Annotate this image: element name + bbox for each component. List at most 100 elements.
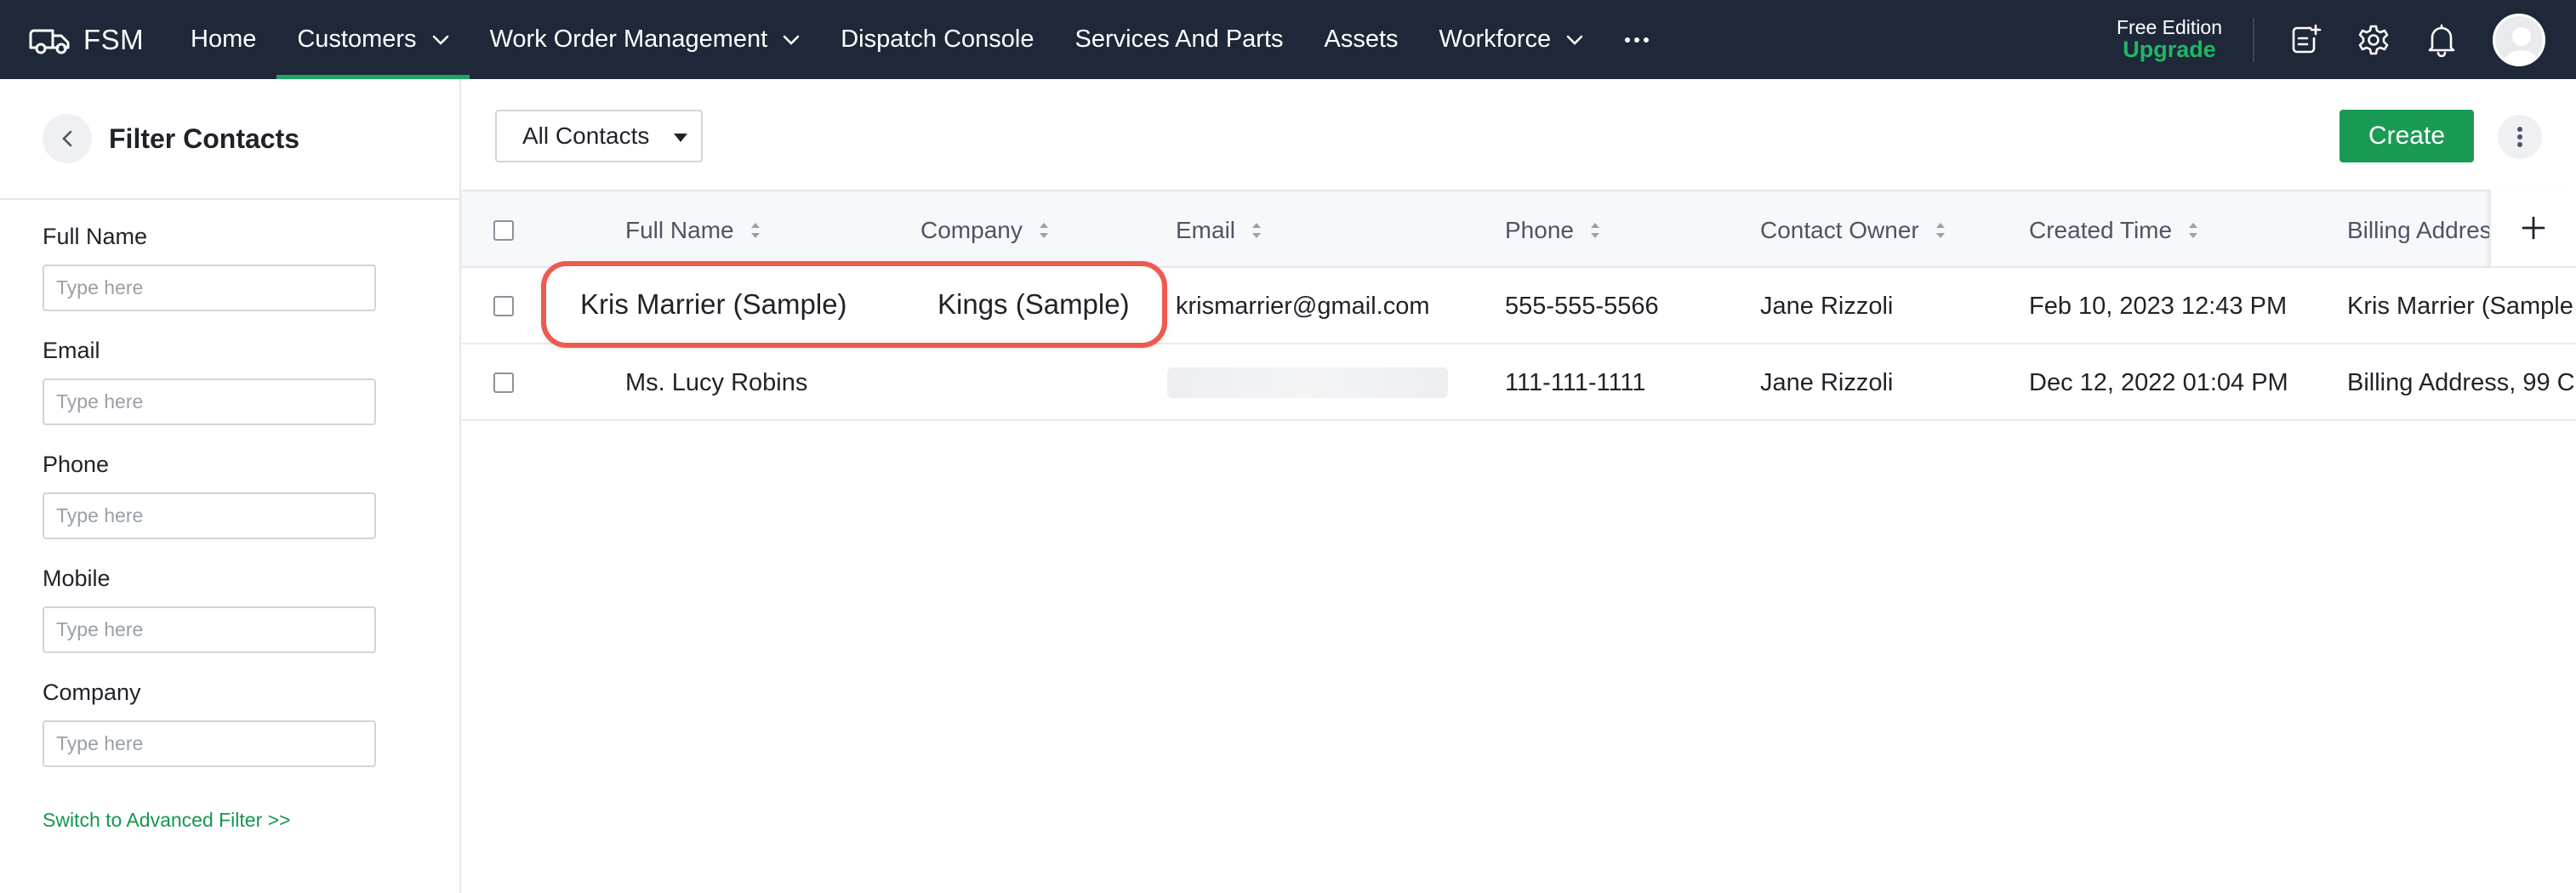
cell-full-name[interactable]: Ms. Lucy Robins [625, 344, 807, 421]
column-label: Company [920, 217, 1023, 243]
cell-billing-address: Billing Address, 99 C [2347, 368, 2575, 396]
row-checkbox[interactable] [493, 373, 514, 393]
advanced-filter-link[interactable]: Switch to Advanced Filter >> [43, 809, 291, 832]
more-horizontal-icon [1624, 37, 1650, 43]
user-avatar[interactable] [2493, 13, 2545, 66]
notes-add-icon [2288, 23, 2322, 57]
column-header-full-name[interactable]: Full Name [625, 191, 761, 270]
edition-upgrade[interactable]: Free Edition Upgrade [2116, 16, 2222, 62]
column-label: Created Time [2029, 217, 2173, 243]
sort-icon [749, 220, 761, 241]
select-all-cell [493, 191, 514, 270]
column-label: Full Name [625, 217, 734, 243]
sort-icon [2187, 220, 2199, 241]
edition-label: Free Edition [2116, 16, 2222, 39]
column-label: Email [1176, 217, 1236, 243]
main-content: All Contacts Create Full Name Company Em… [461, 79, 2576, 893]
filter-field-full-name: Full Name [43, 224, 376, 311]
cell-billing-address: Kris Marrier (Sample [2347, 292, 2573, 320]
chevron-down-icon [432, 35, 449, 45]
more-vertical-icon [2516, 126, 2523, 148]
filter-field-phone: Phone [43, 452, 376, 539]
filter-header: Filter Contacts [0, 79, 459, 200]
nav-services-and-parts[interactable]: Services And Parts [1055, 0, 1304, 79]
column-header-billing-address[interactable]: Billing Address [2347, 191, 2492, 270]
filter-field-mobile: Mobile [43, 566, 376, 653]
nav-home-label: Home [191, 26, 257, 53]
cell-created-time: Dec 12, 2022 01:04 PM [2029, 368, 2288, 396]
nav-customers[interactable]: Customers [276, 0, 470, 79]
nav-workforce[interactable]: Workforce [1419, 0, 1604, 79]
more-options-button[interactable] [2498, 115, 2542, 159]
sort-icon [1935, 220, 1946, 241]
notifications-button[interactable] [2416, 14, 2467, 65]
contact-name-link: Kris Marrier (Sample) [580, 288, 847, 320]
filter-title: Filter Contacts [109, 122, 300, 154]
table-row[interactable]: Ms. Lucy Robins 111-111-1111 Jane Rizzol… [461, 344, 2576, 421]
full-name-input[interactable] [43, 264, 376, 311]
caret-down-icon [674, 134, 687, 142]
nav-home[interactable]: Home [170, 0, 276, 79]
phone-input[interactable] [43, 492, 376, 539]
sort-icon [1038, 220, 1050, 241]
nav-dispatch-console[interactable]: Dispatch Console [820, 0, 1054, 79]
cell-contact-owner: Jane Rizzoli [1760, 368, 1894, 396]
contact-name-link: Ms. Lucy Robins [625, 368, 808, 396]
filter-panel: Filter Contacts Full Name Email Phone Mo… [0, 79, 461, 893]
column-header-created-time[interactable]: Created Time [2029, 191, 2199, 270]
nav-workforce-label: Workforce [1439, 26, 1552, 53]
filter-label-phone: Phone [43, 452, 110, 477]
chevron-left-icon [61, 129, 73, 148]
nav-more-button[interactable] [1604, 0, 1670, 79]
row-checkbox[interactable] [493, 296, 514, 316]
column-header-phone[interactable]: Phone [1505, 191, 1601, 270]
back-button[interactable] [43, 114, 92, 163]
nav-work-order-label: Work Order Management [489, 26, 768, 53]
column-label: Contact Owner [1760, 217, 1919, 243]
cell-email-redacted [1167, 344, 1448, 421]
chevron-down-icon [783, 35, 800, 45]
filter-label-company: Company [43, 680, 141, 705]
nav-customers-label: Customers [297, 26, 417, 53]
notes-add-button[interactable] [2280, 14, 2331, 65]
filter-label-mobile: Mobile [43, 566, 111, 591]
nav-services-label: Services And Parts [1074, 26, 1284, 53]
company-input[interactable] [43, 720, 376, 767]
cell-phone: 111-111-1111 [1505, 368, 1646, 396]
cell-created-time: Feb 10, 2023 12:43 PM [2029, 292, 2288, 320]
cell-company: Kings (Sample) [938, 288, 1130, 320]
upgrade-link[interactable]: Upgrade [2123, 37, 2216, 62]
row-select-cell [493, 268, 514, 344]
add-column-button[interactable] [2489, 190, 2576, 268]
column-header-email[interactable]: Email [1176, 191, 1262, 270]
settings-button[interactable] [2348, 14, 2399, 65]
redacted-email-blur [1167, 367, 1448, 398]
cell-phone: 555-555-5566 [1505, 292, 1659, 320]
view-select-dropdown[interactable]: All Contacts [495, 110, 703, 162]
view-select-value: All Contacts [522, 122, 650, 149]
select-all-checkbox[interactable] [493, 220, 514, 241]
chevron-down-icon [1566, 35, 1583, 45]
column-header-company[interactable]: Company [920, 191, 1050, 270]
nav-assets[interactable]: Assets [1304, 0, 1419, 79]
top-navigation-bar: FSM Home Customers Work Order Management… [0, 0, 2576, 79]
cell-email: krismarrier@gmail.com [1176, 292, 1430, 320]
brand-name: FSM [83, 23, 145, 55]
cell-contact-owner: Jane Rizzoli [1760, 292, 1894, 320]
column-header-contact-owner[interactable]: Contact Owner [1760, 191, 1946, 270]
nav-dispatch-label: Dispatch Console [841, 26, 1034, 53]
filter-field-email: Email [43, 338, 376, 425]
nav-assets-label: Assets [1324, 26, 1399, 53]
bell-icon [2425, 23, 2458, 57]
sort-icon [1589, 220, 1601, 241]
create-button[interactable]: Create [2339, 110, 2474, 162]
nav-work-order-management[interactable]: Work Order Management [470, 0, 821, 79]
email-input[interactable] [43, 378, 376, 425]
nav-divider [2253, 17, 2254, 62]
mobile-input[interactable] [43, 606, 376, 653]
app-logo[interactable]: FSM [0, 0, 170, 79]
cell-full-name[interactable]: Kris Marrier (Sample) [580, 266, 847, 343]
sort-icon [1251, 220, 1262, 241]
truck-icon [27, 24, 71, 56]
column-label: Billing Address [2347, 217, 2492, 243]
